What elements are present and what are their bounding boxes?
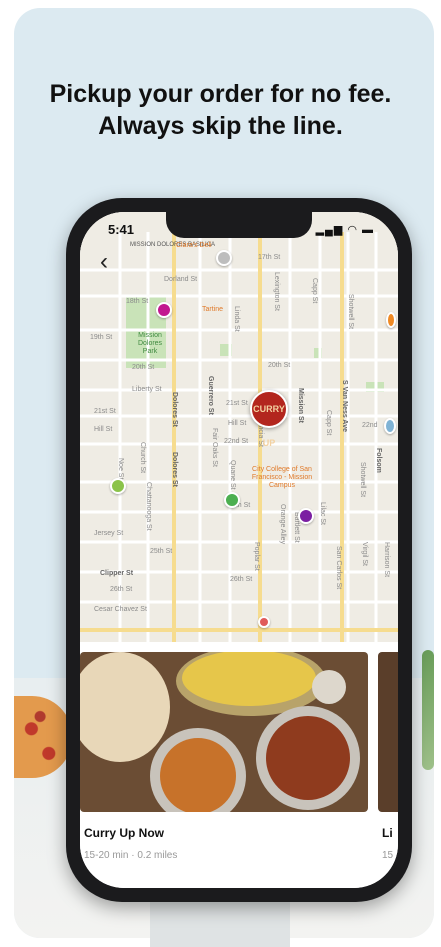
map-pin-gray[interactable] — [216, 250, 232, 266]
headline-line-2: Always skip the line. — [98, 112, 343, 140]
phone-screen: 5:41 ▂▄▆ ◠ ▬ ‹ MISSION Clara's Deli Tart… — [80, 212, 398, 888]
plant-photo — [422, 650, 434, 770]
curry-up-now-photo[interactable] — [80, 652, 368, 812]
back-chevron-icon[interactable]: ‹ — [100, 250, 108, 274]
street-22nd: 22nd St — [224, 438, 249, 445]
street-noe: Noe St — [117, 458, 124, 480]
street-hill-east: Hill St — [228, 420, 247, 427]
street-dorland: Dorland St — [164, 276, 198, 283]
map-pin-lime[interactable] — [110, 478, 126, 494]
poi-claras-deli: Clara's Deli — [176, 242, 212, 249]
street-mission: Mission St — [297, 388, 304, 424]
curry-right — [266, 716, 350, 800]
street-fair-oaks: Fair Oaks St — [211, 428, 218, 467]
street-jersey: Jersey St — [94, 530, 124, 537]
restaurant-carousel: Curry Up Now 15-20 min · 0.2 miles Li 15 — [80, 642, 398, 888]
street-liberty: Liberty St — [132, 386, 162, 393]
rice — [182, 652, 316, 706]
street-chattanooga: Chattanooga St — [145, 482, 152, 531]
restaurant-name[interactable]: Curry Up Now — [84, 826, 164, 840]
street-guerrero: Guerrero St — [207, 376, 214, 415]
next-restaurant-name[interactable]: Li — [382, 826, 393, 840]
street-church: Church St — [139, 442, 146, 474]
street-linda: Linda St — [233, 306, 240, 332]
naan-plate — [80, 652, 170, 762]
street-21st-east: 21st St — [226, 400, 248, 407]
street-lexington: Lexington St — [273, 272, 280, 311]
street-poplar: Poplar St — [253, 542, 260, 571]
street-clipper: Clipper St — [100, 570, 134, 577]
poi-tartine: Tartine — [202, 306, 224, 313]
street-quane: Quane St — [229, 460, 236, 490]
curry-left — [160, 738, 236, 812]
street-cesar-chavez: Cesar Chavez St — [94, 606, 147, 613]
street-orange-alley: Orange Alley — [279, 504, 286, 545]
next-restaurant-photo[interactable] — [378, 652, 398, 812]
next-restaurant-meta: 15 — [382, 850, 394, 861]
street-capp-south: Capp St — [325, 410, 332, 436]
street-harrison: Harrison St — [383, 542, 390, 578]
map-pin-magenta[interactable] — [156, 302, 172, 318]
map-pin-orange[interactable] — [386, 312, 396, 328]
headline: Pickup your order for no fee. Always ski… — [0, 78, 441, 142]
street-s-van-ness: S Van Ness Ave — [341, 380, 348, 433]
map-pin-purple[interactable] — [298, 508, 314, 524]
notch — [166, 212, 312, 238]
street-17th: 17th St — [258, 254, 281, 261]
street-21st: 21st St — [94, 408, 116, 415]
poi-mission-dolores-basilica: MISSION DOLORES BASILICA — [130, 242, 215, 248]
street-san-carlos: San Carlos St — [335, 546, 342, 590]
condiment-cup — [312, 670, 346, 704]
street-shotwell-south: Shotwell St — [359, 462, 366, 498]
map-pin-blue[interactable] — [384, 418, 396, 434]
poi-city-college: City College of San Francisco - Mission … — [251, 466, 313, 489]
street-18th: 18th St — [126, 298, 149, 305]
street-capp: Capp St — [311, 278, 318, 304]
street-20th-east: 20th St — [268, 362, 291, 369]
restaurant-meta: 15-20 min · 0.2 miles — [84, 850, 178, 861]
street-22nd-east: 22nd — [362, 422, 378, 429]
street-shotwell: Shotwell St — [347, 294, 354, 330]
street-dolores: Dolores St — [171, 392, 178, 428]
street-19th: 19th St — [90, 334, 113, 341]
street-20th: 20th St — [132, 364, 155, 371]
street-26th: 26th St — [110, 586, 133, 593]
phone-mockup: 5:41 ▂▄▆ ◠ ▬ ‹ MISSION Clara's Deli Tart… — [66, 198, 412, 902]
status-time: 5:41 — [108, 222, 135, 237]
street-dolores-south: Dolores St — [171, 452, 178, 488]
street-lilac: Lilac St — [319, 502, 326, 525]
status-icons: ▂▄▆ ◠ ▬ — [315, 224, 374, 236]
map-view[interactable]: ‹ MISSION DOLORES BASILICA Clara's Deli … — [80, 212, 398, 642]
curry-up-now-pin[interactable]: CURRY UP — [250, 390, 288, 448]
street-25th: 25th St — [150, 548, 173, 555]
map-pin-red-small[interactable] — [258, 616, 270, 628]
street-virgil: Virgil St — [361, 542, 368, 566]
headline-line-1: Pickup your order for no fee. — [49, 80, 392, 108]
street-hill: Hill St — [94, 426, 113, 433]
phone-stand — [150, 902, 290, 947]
map-pin-green[interactable] — [224, 492, 240, 508]
poi-mission-dolores-park: Mission Dolores Park — [137, 332, 163, 355]
street-folsom: Folsom — [375, 448, 382, 473]
street-26th-east: 26th St — [230, 576, 253, 583]
